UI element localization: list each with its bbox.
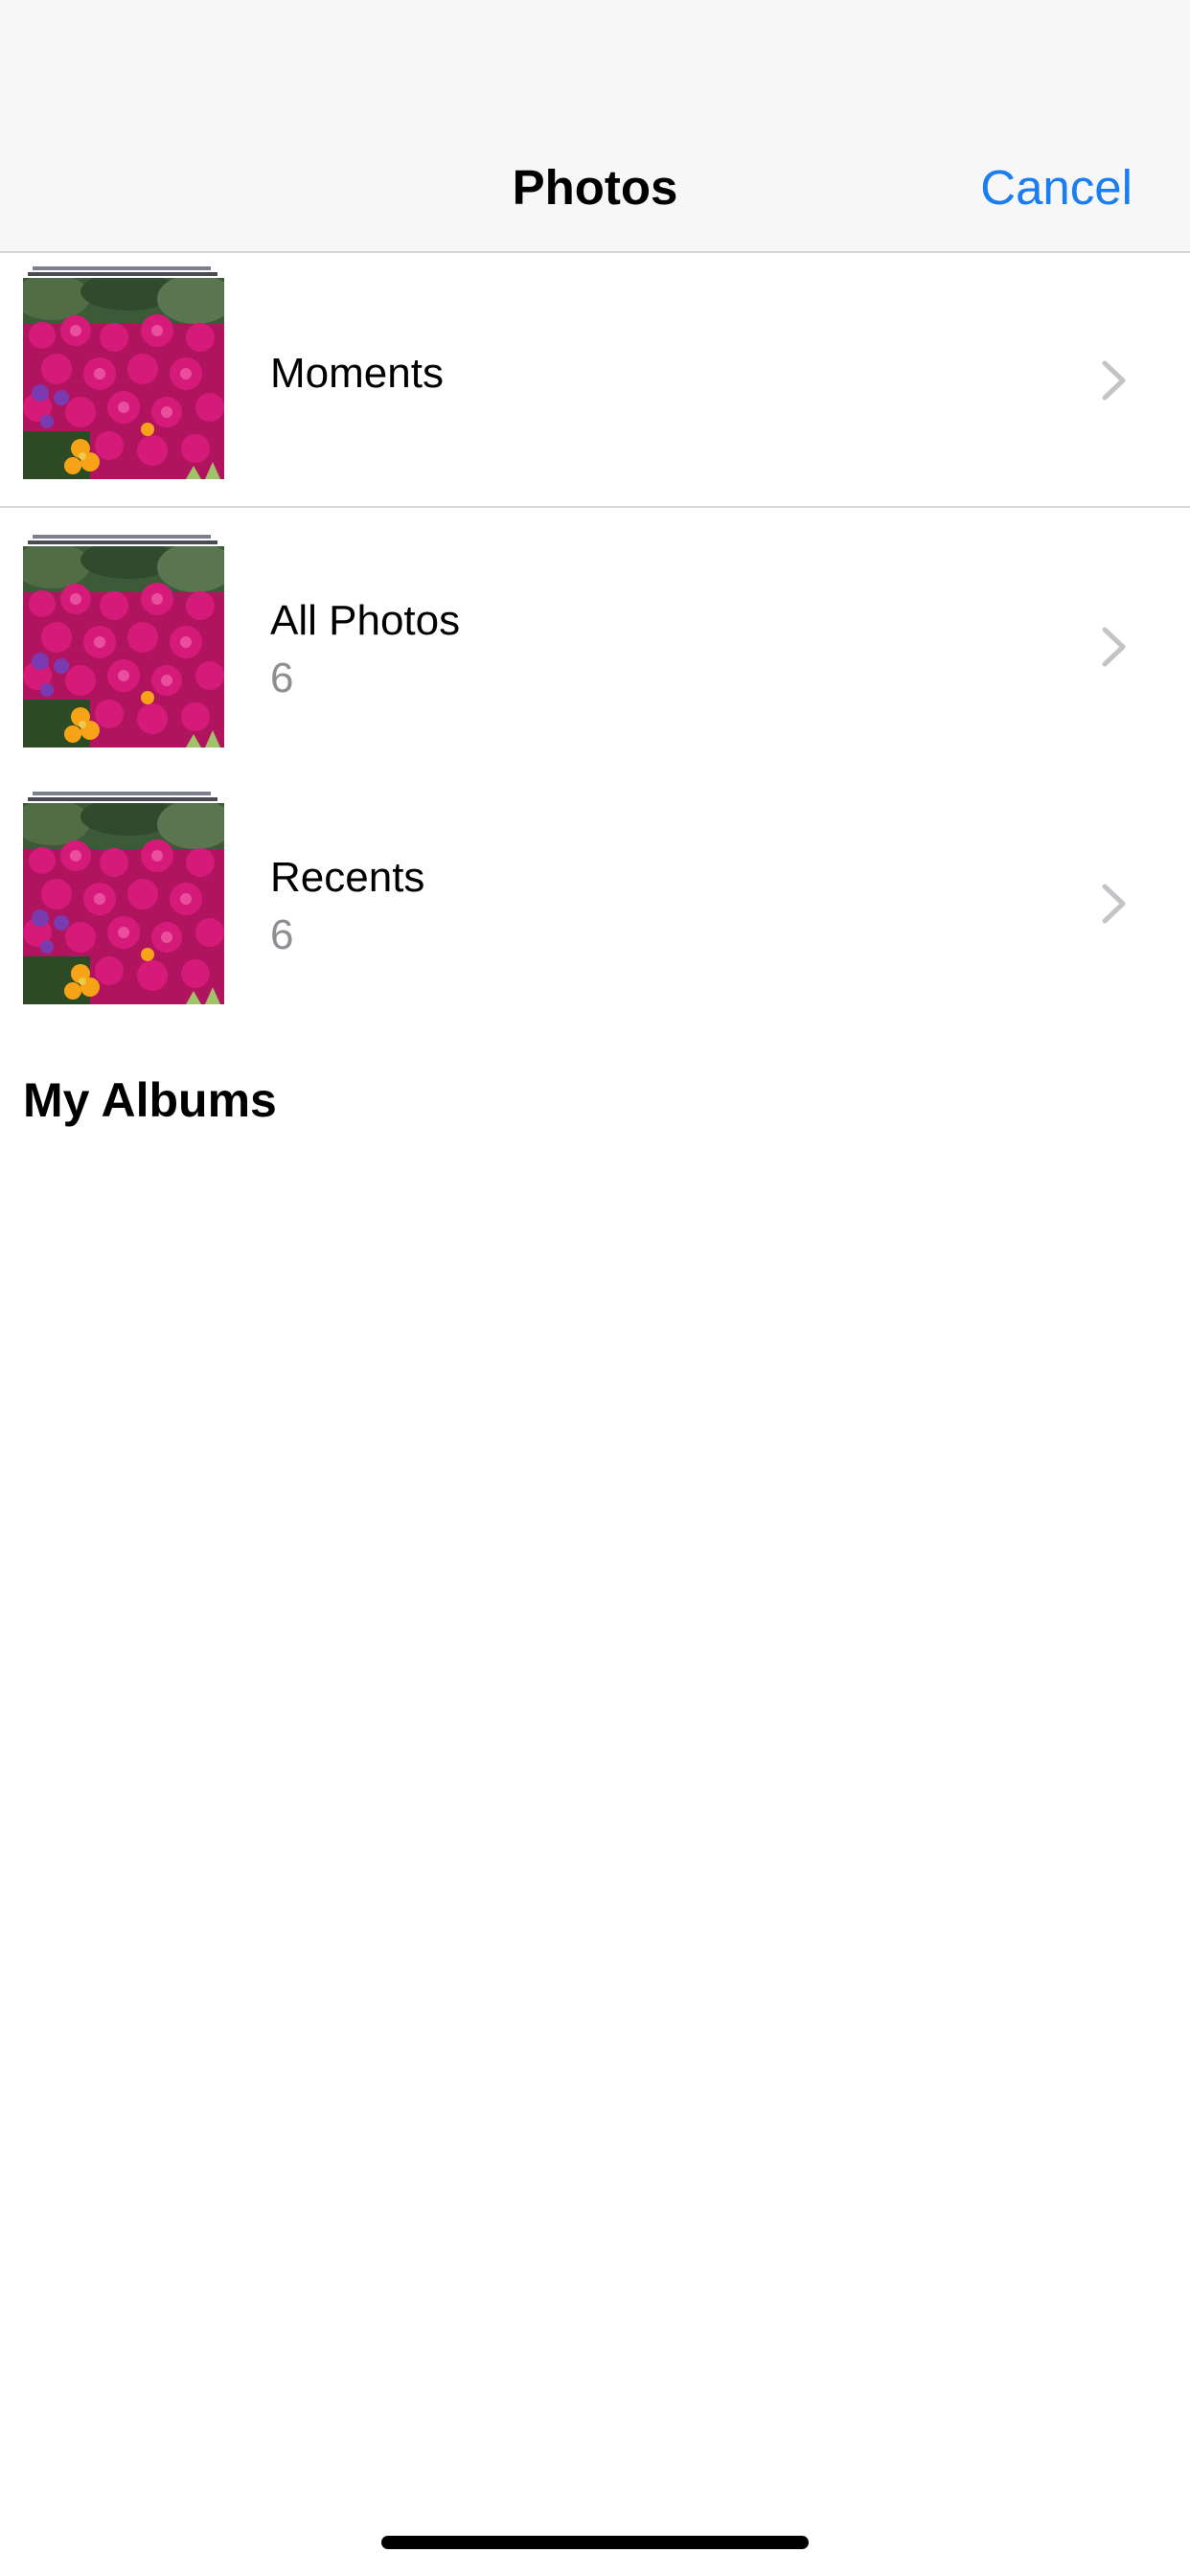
cancel-button[interactable]: Cancel bbox=[980, 159, 1133, 217]
album-title: All Photos bbox=[270, 597, 461, 644]
navigation-bar: Photos Cancel bbox=[0, 0, 1190, 253]
stack-edge bbox=[28, 272, 217, 276]
album-title: Moments bbox=[270, 350, 444, 397]
album-thumbnail-stack bbox=[23, 535, 224, 748]
section-header-my-albums: My Albums bbox=[23, 1073, 277, 1127]
album-title: Recents bbox=[270, 854, 425, 901]
album-thumbnail bbox=[23, 278, 224, 479]
chevron-right-icon bbox=[1102, 360, 1126, 401]
album-thumbnail bbox=[23, 803, 224, 1004]
album-thumbnail bbox=[23, 546, 224, 748]
stack-edge bbox=[28, 797, 217, 801]
stack-edge bbox=[33, 535, 211, 539]
album-count: 6 bbox=[270, 655, 294, 702]
album-row-moments[interactable]: Moments bbox=[0, 253, 1190, 508]
photo-picker-screen: Photos Cancel Moments All Photos 6 Recen… bbox=[0, 0, 1190, 2576]
chevron-right-icon bbox=[1102, 884, 1126, 924]
album-row-all-photos[interactable]: All Photos 6 bbox=[0, 531, 1190, 761]
chevron-right-icon bbox=[1102, 627, 1126, 667]
album-count: 6 bbox=[270, 911, 294, 958]
home-indicator[interactable] bbox=[381, 2536, 809, 2549]
stack-edge bbox=[33, 266, 211, 270]
album-thumbnail-stack bbox=[23, 266, 224, 479]
album-row-recents[interactable]: Recents 6 bbox=[0, 788, 1190, 1018]
stack-edge bbox=[28, 540, 217, 544]
stack-edge bbox=[33, 792, 211, 795]
album-thumbnail-stack bbox=[23, 792, 224, 1004]
